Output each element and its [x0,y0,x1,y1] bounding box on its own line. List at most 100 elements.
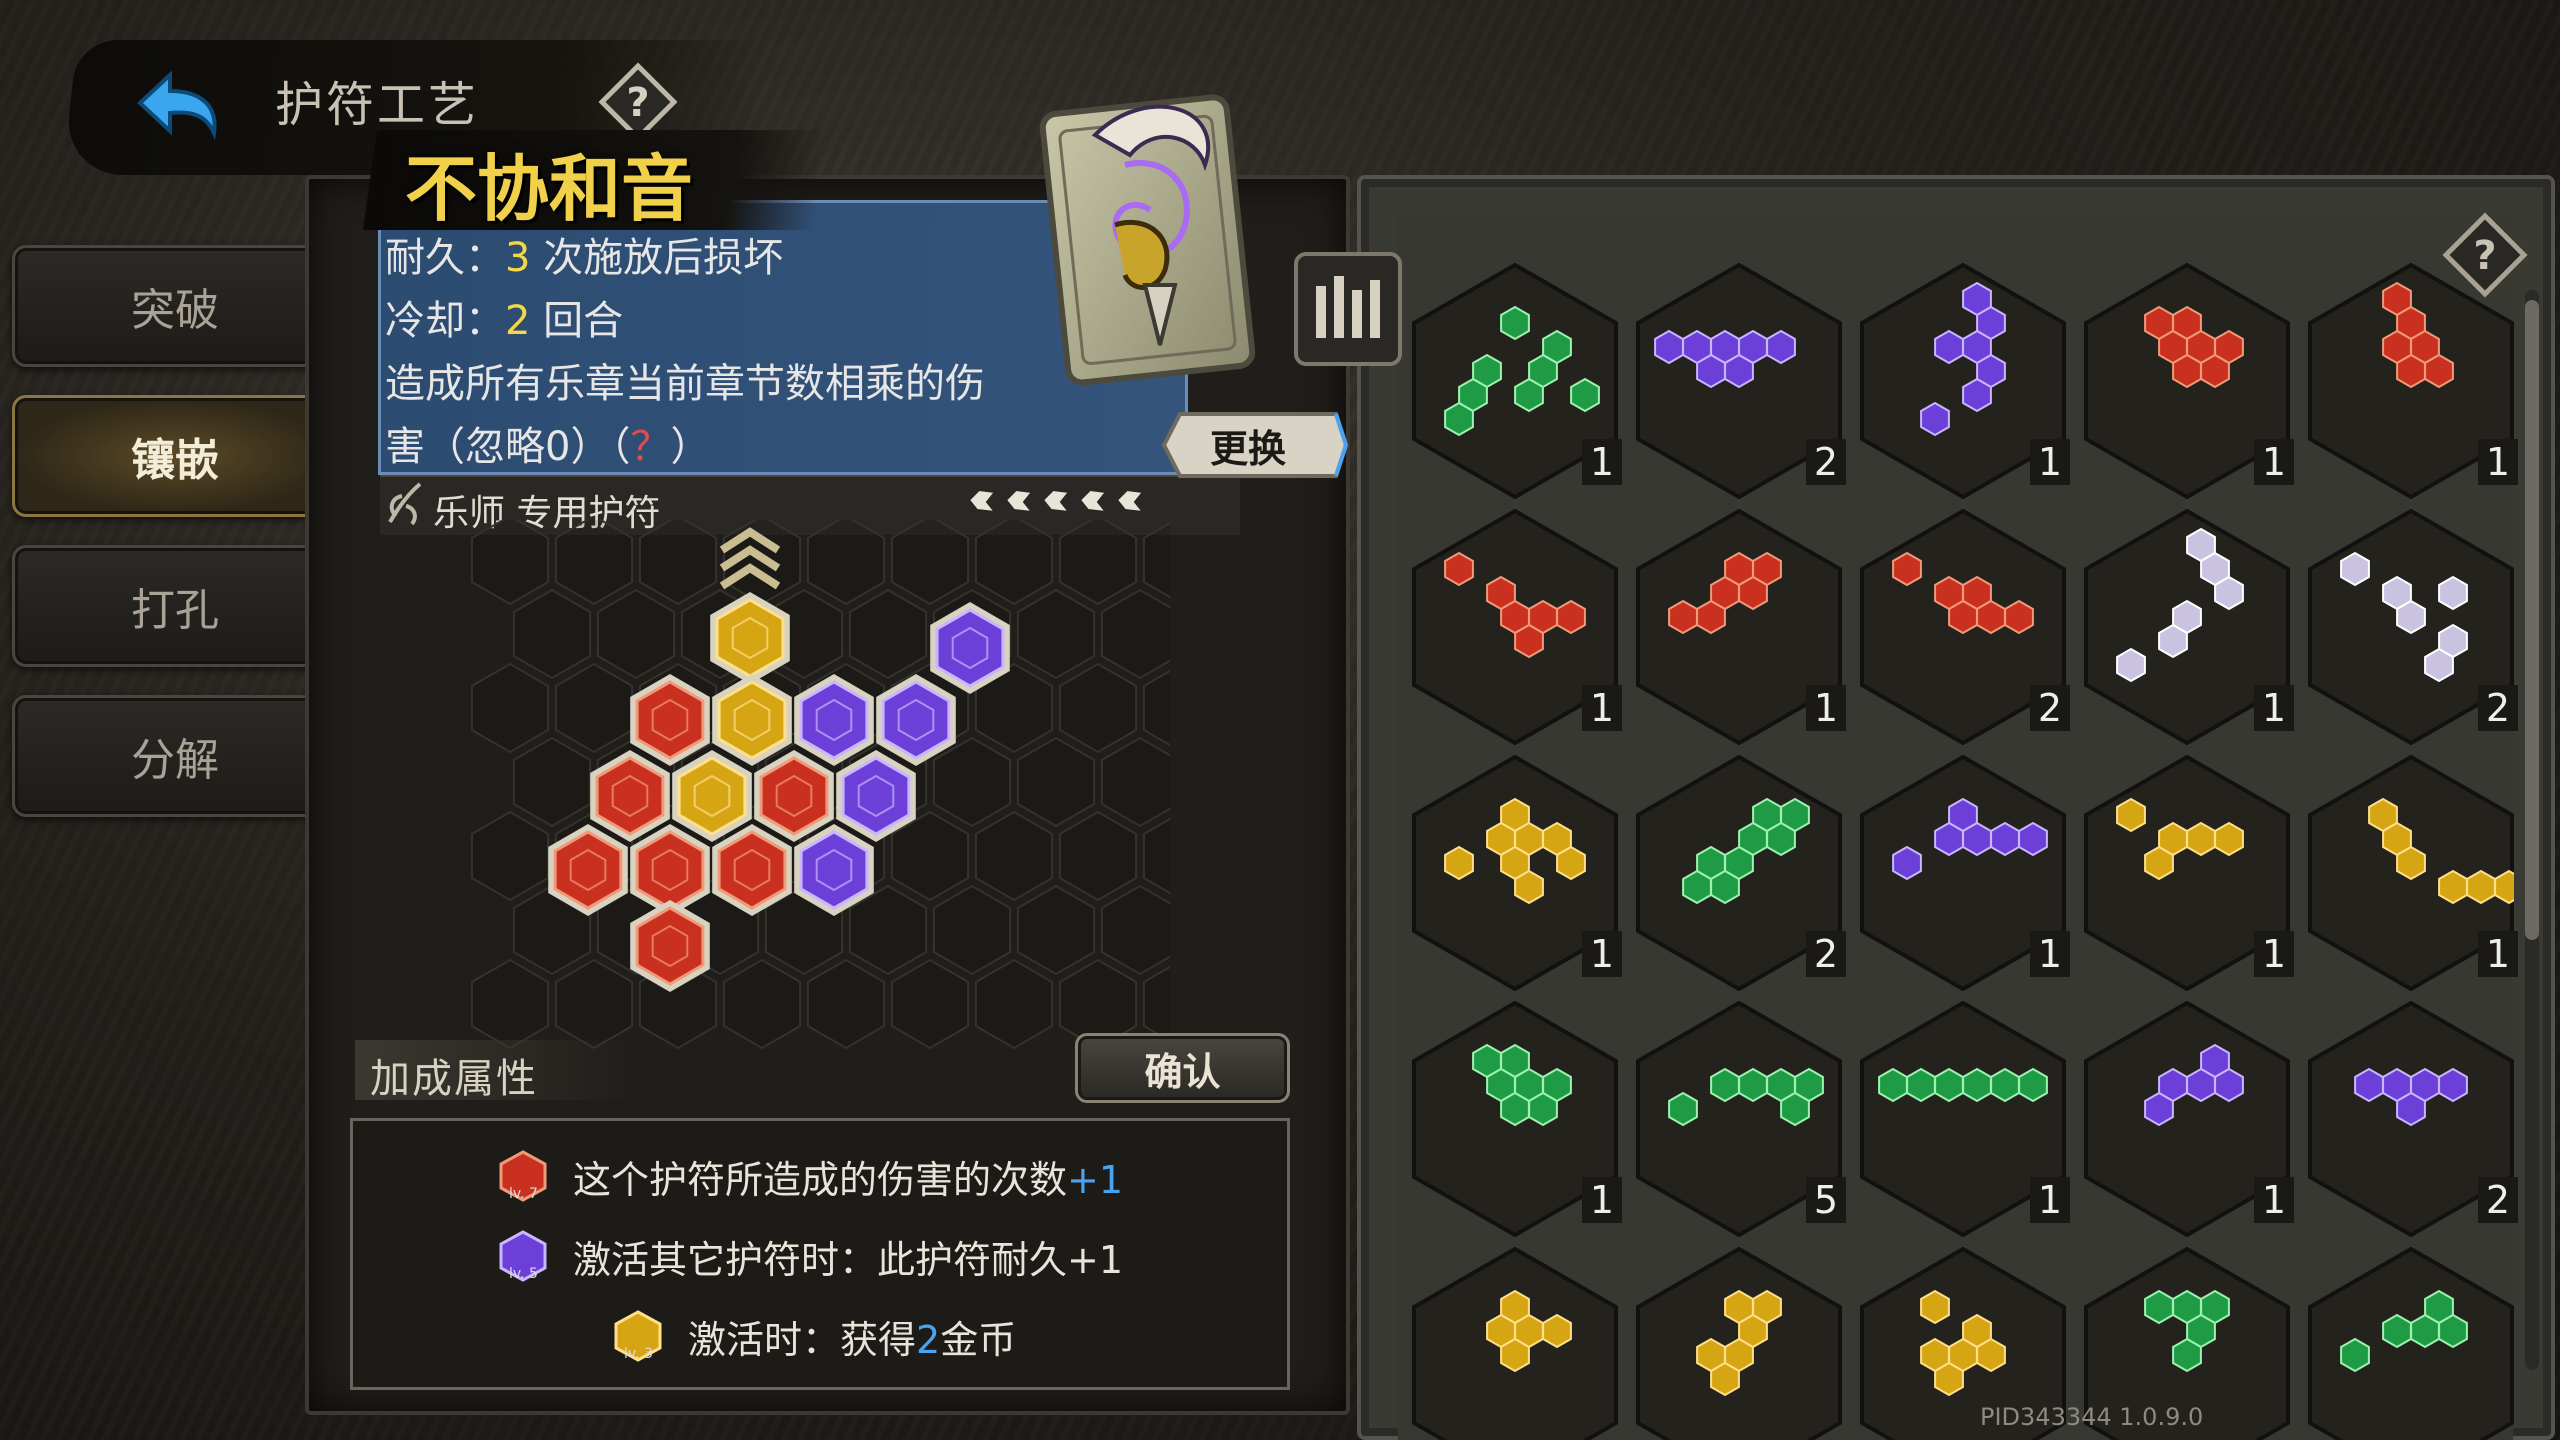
gem-count: 2 [2030,685,2070,731]
gem-inventory-item[interactable]: 2 [2308,508,2518,746]
socket-slot[interactable] [554,520,634,606]
side-menu: 突破 镶嵌 打孔 分解 [12,245,340,845]
yellow-gem-icon: lv. 3 [610,1308,666,1364]
socket-slot[interactable] [932,884,1012,976]
gem-inventory-item[interactable]: 2 [2308,1000,2518,1238]
socket-slot[interactable] [974,958,1054,1050]
socket-slot[interactable] [638,520,718,606]
gem-count: 1 [1582,439,1622,485]
gem-inventory-item[interactable]: 2 [1860,508,2070,746]
gem-inventory-item[interactable]: 1 [1860,754,2070,992]
effect-help-link[interactable]: ？ [630,424,670,470]
rarity-star-icon [1004,488,1035,514]
rarity-star-icon [1078,488,1109,514]
socket-slot[interactable] [1058,662,1138,754]
socket-slot[interactable] [1142,520,1170,604]
back-arrow-icon[interactable] [120,55,230,155]
socket-slot[interactable] [890,520,970,606]
gem-inventory-item[interactable] [2308,1246,2514,1440]
socket-slot[interactable] [470,810,550,902]
cooldown-line: 冷却：2 回合 [385,298,624,344]
gem-inventory-item[interactable]: 1 [2308,754,2518,992]
charm-card-image [1039,94,1256,386]
gem-inventory-item[interactable]: 1 [1860,262,2070,500]
socket-slot[interactable] [554,662,634,754]
socket-slot[interactable] [806,520,886,606]
gem-inventory-item[interactable]: 1 [2308,262,2518,500]
gem-count: 1 [2254,685,2294,731]
gem-inventory-item[interactable] [1636,1246,1842,1440]
socket-slot[interactable] [974,520,1054,606]
socket-slot[interactable] [890,958,970,1050]
bonus-title: 加成属性 [370,1056,538,1102]
socket-slot[interactable] [470,662,550,754]
socket-slot[interactable] [1016,736,1096,828]
socket-slot[interactable] [596,588,676,680]
gem-count: 1 [1806,685,1846,731]
socket-slot[interactable] [554,958,634,1050]
gem-count: 1 [2030,1177,2070,1223]
socket-slot[interactable] [470,958,550,1050]
gem-inventory-item[interactable]: 1 [1860,1000,2070,1238]
socket-slot[interactable] [1142,812,1170,900]
gem-count: 2 [2478,1177,2518,1223]
yellow-gem-cluster-icon [1412,1246,1618,1440]
gem-inventory-item[interactable]: 1 [1412,1000,1622,1238]
gem-count: 1 [2478,439,2518,485]
socket-slot[interactable] [1142,664,1170,752]
durability-line: 耐久：3 次施放后损坏 [385,235,784,281]
socket-slot[interactable] [722,958,802,1050]
socket-slot[interactable] [1058,810,1138,902]
scrollbar-thumb[interactable] [2525,300,2539,940]
bonus-row-red: lv. 7 这个护符所造成的伤害的次数+1 [495,1148,1123,1204]
filter-button[interactable] [1292,250,1404,368]
menu-decompose[interactable]: 分解 [12,695,338,817]
socket-slot[interactable] [1016,588,1096,680]
charm-name: 不协和音 [405,146,694,231]
menu-inlay[interactable]: 镶嵌 [12,395,338,517]
socket-slot[interactable] [1016,884,1096,976]
socket-slot[interactable] [1100,736,1170,828]
socket-slot[interactable] [512,736,592,828]
gem-inventory-item[interactable]: 1 [2084,754,2294,992]
musician-class-icon [388,482,422,526]
green-gem-cluster-icon [2308,1246,2514,1440]
gem-count: 2 [2478,685,2518,731]
socket-slot[interactable] [1100,884,1170,976]
gem-inventory-item[interactable]: 1 [1412,262,1622,500]
gem-inventory-item[interactable]: 1 [2084,1000,2294,1238]
gem-inventory-item[interactable] [1412,1246,1618,1440]
gem-count: 1 [2254,1177,2294,1223]
socket-slot[interactable] [974,810,1054,902]
confirm-button[interactable]: 确认 [1075,1033,1290,1103]
rarity-stars [965,486,1147,516]
socket-slot[interactable] [932,736,1012,828]
socket-slot[interactable] [470,520,550,606]
menu-punch-hole[interactable]: 打孔 [12,545,338,667]
gem-grid: 1 2 1 1 1 1 1 2 1 2 1 2 1 1 1 1 5 1 1 2 [1398,255,2518,1440]
gem-count: 1 [2030,439,2070,485]
gem-inventory-item[interactable]: 2 [1636,262,1846,500]
socket-slot[interactable] [1058,520,1138,606]
socket-slot[interactable] [806,958,886,1050]
yellow-gem-cluster-icon [1636,1246,1842,1440]
bonus-row-purple: lv. 5 激活其它护符时：此护符耐久+1 [495,1228,1123,1284]
svg-text:?: ? [626,80,649,126]
socket-slot[interactable] [848,588,928,680]
gem-inventory-item[interactable]: 1 [1412,508,1622,746]
gem-count: 1 [1582,1177,1622,1223]
gem-inventory-item[interactable]: 2 [1636,754,1846,992]
gem-inventory-item[interactable]: 1 [2084,508,2294,746]
socket-slot[interactable] [512,588,592,680]
socket-board[interactable] [470,520,1170,1060]
purple-gem-icon: lv. 5 [495,1228,551,1284]
gem-inventory-item[interactable]: 5 [1636,1000,1846,1238]
gem-count: 2 [1806,439,1846,485]
replace-label: 更换 [1210,427,1287,471]
gem-inventory-item[interactable]: 1 [1412,754,1622,992]
version-label: PID343344 1.0.9.0 [1980,1403,2204,1431]
socket-slot[interactable] [1100,588,1170,680]
menu-breakthrough[interactable]: 突破 [12,245,338,367]
gem-inventory-item[interactable]: 1 [1636,508,1846,746]
gem-inventory-item[interactable]: 1 [2084,262,2294,500]
